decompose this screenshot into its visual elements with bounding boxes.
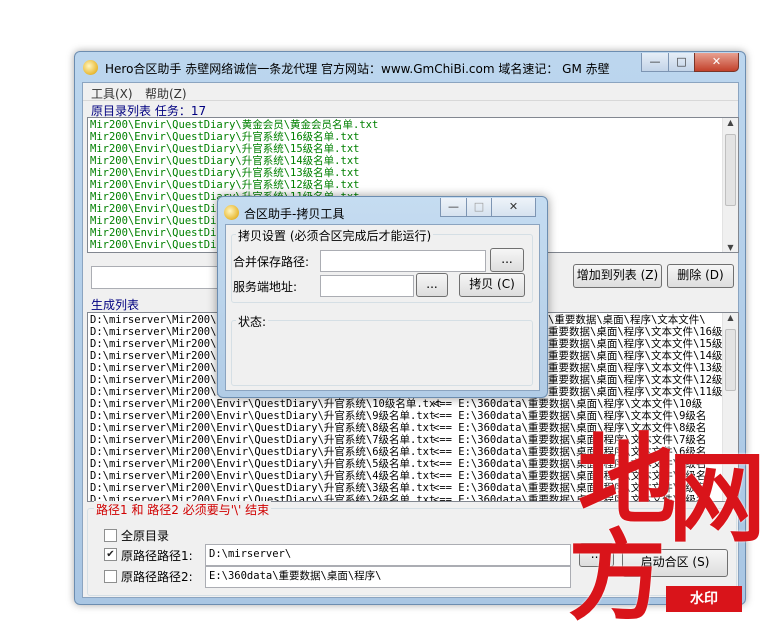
dialog-minimize-button[interactable]: — bbox=[440, 198, 467, 217]
generated-item-target: D:\mirserver\Mir200\E bbox=[90, 326, 223, 338]
watermark-stamp: 水印 bbox=[666, 586, 742, 612]
close-button[interactable]: ✕ bbox=[694, 53, 739, 72]
generated-item-target: D:\mirserver\Mir200\Envir\QuestDiary\升官系… bbox=[90, 410, 436, 422]
generated-item-source: 重要数据\桌面\程序\文本文件\14级 bbox=[548, 350, 723, 362]
watermark-char-2: 网 bbox=[668, 441, 767, 556]
menu-tools[interactable]: 工具(X) bbox=[91, 85, 133, 102]
source-list-scrollbar[interactable]: ▲ ▼ bbox=[722, 118, 738, 252]
generated-item-source: <== E:\360data\重要数据\桌面\程序\文本文件\9级名 bbox=[433, 410, 707, 422]
generated-item-target: D:\mirserver\Mir200\E bbox=[90, 362, 223, 374]
path-note: 路径1 和 路径2 必须要与'\' 结束 bbox=[94, 501, 272, 518]
generated-item-target: D:\mirserver\Mir200\Envir\QuestDiary\升官系… bbox=[90, 434, 436, 446]
source-list-item[interactable]: Mir200\Envir\QuestDiary\黄金会员\黄金会员名单.txt bbox=[90, 119, 378, 131]
generated-item-target: D:\mirserver\Mir200\Envir\QuestDiary\升官系… bbox=[90, 398, 442, 410]
status-group: 状态: bbox=[231, 313, 533, 386]
watermark-char-3: 方 bbox=[568, 519, 667, 634]
generated-item-target: D:\mirserver\Mir200\E bbox=[90, 374, 223, 386]
generated-item-target: D:\mirserver\Mir200\Envir\QuestDiary\升官系… bbox=[90, 458, 436, 470]
dialog-coin-icon bbox=[224, 205, 239, 220]
generated-item-source: 重要数据\桌面\程序\文本文件\13级 bbox=[548, 362, 723, 374]
source-list-item[interactable]: Mir200\Envir\QuestDiary\升官系统\15级名单.txt bbox=[90, 143, 378, 155]
add-to-list-button[interactable]: 增加到列表 (Z) bbox=[573, 264, 662, 288]
scroll-thumb[interactable] bbox=[725, 329, 736, 391]
generated-item-target: D:\mirserver\Mir200\E bbox=[90, 314, 223, 326]
generated-item-source: <== E:\360data\重要数据\桌面\程序\文本文件\10级 bbox=[433, 398, 703, 410]
server-addr-label: 服务端地址: bbox=[233, 280, 298, 294]
source-list-item[interactable]: Mir200\Envir\QuestDiary\升官系统\14级名单.txt bbox=[90, 155, 378, 167]
generated-item-source: 重要数据\桌面\程序\文本文件\12级 bbox=[548, 374, 723, 386]
menu-help[interactable]: 帮助(Z) bbox=[145, 85, 187, 102]
source-list-item[interactable]: Mir200\Envir\QuestDiary\升官系统\12级名单.txt bbox=[90, 179, 378, 191]
generated-item-source: 重要数据\桌面\程序\文本文件\16级 bbox=[548, 326, 723, 338]
window-title: Hero合区助手 赤壁网络诚信一条龙代理 官方网站：www.GmChiBi.co… bbox=[105, 62, 610, 76]
path1-input[interactable]: D:\mirserver\ bbox=[205, 544, 571, 566]
merge-path-input[interactable] bbox=[320, 250, 486, 272]
path2-label: 原路径路径2: bbox=[121, 570, 193, 584]
title-bar[interactable]: Hero合区助手 赤壁网络诚信一条龙代理 官方网站：www.GmChiBi.co… bbox=[75, 52, 745, 82]
generated-item-target: D:\mirserver\Mir200\Envir\QuestDiary\升官系… bbox=[90, 482, 436, 494]
status-label: 状态: bbox=[236, 313, 269, 330]
all-dirs-checkbox[interactable] bbox=[104, 529, 117, 542]
all-dirs-label: 全原目录 bbox=[121, 529, 170, 543]
dialog-close-button[interactable]: ✕ bbox=[491, 198, 536, 217]
source-path-input[interactable] bbox=[91, 266, 223, 289]
dialog-title: 合区助手-拷贝工具 bbox=[244, 207, 345, 221]
path1-checkbox[interactable]: ✔ bbox=[104, 548, 117, 561]
generated-item-target: D:\mirserver\Mir200\E bbox=[90, 350, 223, 362]
copy-settings-group: 拷贝设置 (必须合区完成后才能运行) 合并保存路径: ... 服务端地址: ..… bbox=[231, 227, 533, 303]
minimize-button[interactable]: — bbox=[641, 53, 669, 72]
source-list-item[interactable]: Mir200\Envir\QuestDiary\升官系统\13级名单.txt bbox=[90, 167, 378, 179]
server-addr-browse-button[interactable]: ... bbox=[416, 273, 448, 297]
watermark-char-1: 地 bbox=[578, 423, 677, 538]
path2-checkbox[interactable] bbox=[104, 570, 117, 583]
dialog-client-area: 拷贝设置 (必须合区完成后才能运行) 合并保存路径: ... 服务端地址: ..… bbox=[225, 224, 540, 391]
path1-label: 原路径路径1: bbox=[121, 549, 193, 563]
maximize-button[interactable]: □ bbox=[668, 53, 695, 72]
copy-settings-title: 拷贝设置 (必须合区完成后才能运行) bbox=[236, 227, 434, 244]
generated-list-label: 生成列表 bbox=[91, 298, 140, 312]
path1-value: D:\mirserver\ bbox=[209, 548, 292, 560]
menu-bar: 工具(X) 帮助(Z) bbox=[83, 83, 738, 101]
generated-item-target: D:\mirserver\Mir200\E bbox=[90, 386, 223, 398]
path2-value: E:\360data\重要数据\桌面\程序\ bbox=[209, 570, 382, 582]
generated-item-target: D:\mirserver\Mir200\E bbox=[90, 338, 223, 350]
path2-input[interactable]: E:\360data\重要数据\桌面\程序\ bbox=[205, 566, 571, 588]
generated-item-source: \重要数据\桌面\程序\文本文件\ bbox=[548, 314, 706, 326]
app-coin-icon bbox=[83, 60, 98, 75]
generated-item-source: 重要数据\桌面\程序\文本文件\15级 bbox=[548, 338, 723, 350]
scroll-up-arrow-icon[interactable]: ▲ bbox=[723, 313, 738, 322]
delete-button[interactable]: 删除 (D) bbox=[667, 264, 734, 288]
source-list-item[interactable]: Mir200\Envir\QuestDiary\升官系统\16级名单.txt bbox=[90, 131, 378, 143]
merge-path-label: 合并保存路径: bbox=[233, 255, 310, 269]
merge-path-browse-button[interactable]: ... bbox=[490, 248, 524, 272]
server-addr-input[interactable] bbox=[320, 275, 414, 297]
scroll-thumb[interactable] bbox=[725, 134, 736, 206]
generated-item-target: D:\mirserver\Mir200\Envir\QuestDiary\升官系… bbox=[90, 470, 436, 482]
copy-button[interactable]: 拷贝 (C) bbox=[459, 273, 525, 297]
generated-item-target: D:\mirserver\Mir200\Envir\QuestDiary\升官系… bbox=[90, 446, 436, 458]
generated-item-target: D:\mirserver\Mir200\Envir\QuestDiary\升官系… bbox=[90, 422, 436, 434]
scroll-up-arrow-icon[interactable]: ▲ bbox=[723, 118, 738, 127]
dialog-maximize-button[interactable]: □ bbox=[466, 198, 492, 217]
copy-tool-dialog: 合区助手-拷贝工具 — □ ✕ 拷贝设置 (必须合区完成后才能运行) 合并保存路… bbox=[217, 196, 548, 398]
generated-item-source: 重要数据\桌面\程序\文本文件\11级 bbox=[548, 386, 723, 398]
scroll-down-arrow-icon[interactable]: ▼ bbox=[723, 243, 738, 252]
